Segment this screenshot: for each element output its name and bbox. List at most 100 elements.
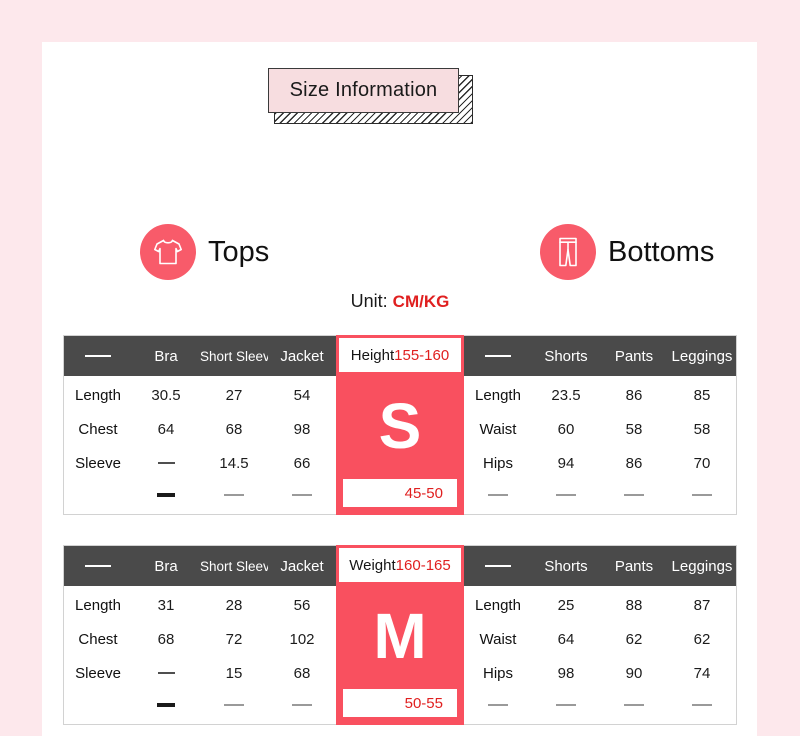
- row-label: Length: [75, 386, 121, 404]
- size-chart-page: Size Information Tops Bottoms Unit: CM/K…: [0, 0, 800, 736]
- footer-dash: [132, 493, 200, 497]
- cell-value: 23.5: [551, 386, 581, 404]
- category-label-bottoms: Bottoms: [608, 235, 715, 268]
- bottoms-table-s: Shorts Pants Leggings Length 23.5 86 85 …: [464, 335, 737, 515]
- table-body: Length 30.5 27 54 Chest 64 68 98 Sleeve …: [64, 376, 336, 514]
- header-bra: Bra: [154, 347, 178, 365]
- cell-value: 66: [293, 454, 311, 472]
- banner-title: Size Information: [289, 79, 438, 101]
- table-row: Chest 64 68 98: [64, 412, 336, 446]
- table-row: Chest 68 72 102: [64, 622, 336, 656]
- header-short-sleeve: Short Sleeve: [200, 558, 268, 574]
- cell-value: 90: [625, 664, 643, 682]
- size-column-m: Weight 160-165 M 50-55: [336, 545, 464, 725]
- size-footer: 50-55: [343, 689, 457, 717]
- row-label: Length: [475, 386, 521, 404]
- size-footer-value: 50-55: [404, 694, 443, 712]
- table-footer-row: [64, 480, 336, 510]
- size-block-s: Bra Short Sleeve Jacket Length 30.5 27 5…: [63, 335, 737, 515]
- cell-value: 60: [557, 420, 575, 438]
- row-label: Sleeve: [75, 454, 121, 472]
- cell-value: 58: [693, 420, 711, 438]
- unit-line: Unit: CM/KG: [0, 291, 800, 312]
- footer-dash: [464, 494, 532, 495]
- table-row: Sleeve 15 68: [64, 656, 336, 690]
- row-label: Chest: [78, 420, 118, 438]
- size-column-s: Height 155-160 S 45-50: [336, 335, 464, 515]
- unit-label: Unit:: [350, 291, 388, 311]
- header-bra: Bra: [154, 557, 178, 575]
- header-blank: [64, 355, 132, 358]
- row-label: Waist: [479, 630, 517, 648]
- header-blank: [464, 565, 532, 568]
- cell-value: 74: [693, 664, 711, 682]
- table-header-row: Shorts Pants Leggings: [464, 336, 736, 376]
- size-information-banner: Size Information: [268, 68, 473, 124]
- size-header-key: Weight: [349, 556, 396, 574]
- cell-value: 27: [225, 386, 243, 404]
- cell-value: 54: [293, 386, 311, 404]
- header-shorts: Shorts: [544, 347, 588, 365]
- cell-value: 31: [157, 596, 175, 614]
- header-shorts: Shorts: [544, 557, 588, 575]
- header-leggings: Leggings: [671, 557, 733, 575]
- table-row: Waist 64 62 62: [464, 622, 736, 656]
- cell-value: 56: [293, 596, 311, 614]
- size-footer-value: 45-50: [404, 484, 443, 502]
- header-blank: [464, 355, 532, 358]
- tops-table-s: Bra Short Sleeve Jacket Length 30.5 27 5…: [63, 335, 336, 515]
- pants-icon: [540, 224, 596, 280]
- table-footer-row: [64, 690, 336, 720]
- banner-face: Size Information: [268, 68, 459, 113]
- size-header: Weight 160-165: [339, 548, 461, 582]
- table-row: Hips 98 90 74: [464, 656, 736, 690]
- footer-dash: [668, 704, 736, 705]
- cell-value: 68: [157, 630, 175, 648]
- row-label: Hips: [482, 664, 513, 682]
- size-letter: M: [373, 599, 427, 672]
- footer-dash: [532, 494, 600, 495]
- size-letter: S: [378, 389, 422, 462]
- cell-value: 25: [557, 596, 575, 614]
- cell-value: 98: [557, 664, 575, 682]
- category-bottoms: Bottoms: [540, 224, 714, 280]
- table-row: Hips 94 86 70: [464, 446, 736, 480]
- cell-value: 58: [625, 420, 643, 438]
- bottoms-table-m: Shorts Pants Leggings Length 25 88 87 Wa…: [464, 545, 737, 725]
- footer-dash: [668, 494, 736, 495]
- footer-dash: [600, 494, 668, 495]
- cell-value: 62: [625, 630, 643, 648]
- footer-dash: [200, 494, 268, 495]
- tops-table-m: Bra Short Sleeve Jacket Length 31 28 56 …: [63, 545, 336, 725]
- cell-value: 68: [225, 420, 243, 438]
- cell-value: 15: [225, 664, 243, 682]
- cell-value: 86: [625, 454, 643, 472]
- tshirt-icon: [140, 224, 196, 280]
- cell-value: 86: [625, 386, 643, 404]
- row-label: Length: [75, 596, 121, 614]
- table-body: Length 25 88 87 Waist 64 62 62 Hips 98 9…: [464, 586, 736, 724]
- row-label: Waist: [479, 420, 517, 438]
- header-leggings: Leggings: [671, 347, 733, 365]
- unit-value: CM/KG: [392, 292, 450, 311]
- footer-dash: [532, 704, 600, 705]
- cell-value: 64: [557, 630, 575, 648]
- cell-value: 68: [293, 664, 311, 682]
- header-jacket: Jacket: [280, 557, 324, 575]
- row-label: Chest: [78, 630, 118, 648]
- table-row: Sleeve 14.5 66: [64, 446, 336, 480]
- cell-value: 64: [157, 420, 175, 438]
- footer-dash: [268, 494, 336, 495]
- table-header-row: Bra Short Sleeve Jacket: [64, 336, 336, 376]
- table-body: Length 23.5 86 85 Waist 60 58 58 Hips 94…: [464, 376, 736, 514]
- table-row: Length 25 88 87: [464, 588, 736, 622]
- footer-dash: [464, 704, 532, 705]
- size-header-value: 160-165: [395, 556, 451, 574]
- table-row: Length 31 28 56: [64, 588, 336, 622]
- table-row: Length 23.5 86 85: [464, 378, 736, 412]
- cell-value: 94: [557, 454, 575, 472]
- size-header: Height 155-160: [339, 338, 461, 372]
- row-label: Sleeve: [75, 664, 121, 682]
- cell-value: 98: [293, 420, 311, 438]
- cell-value: 62: [693, 630, 711, 648]
